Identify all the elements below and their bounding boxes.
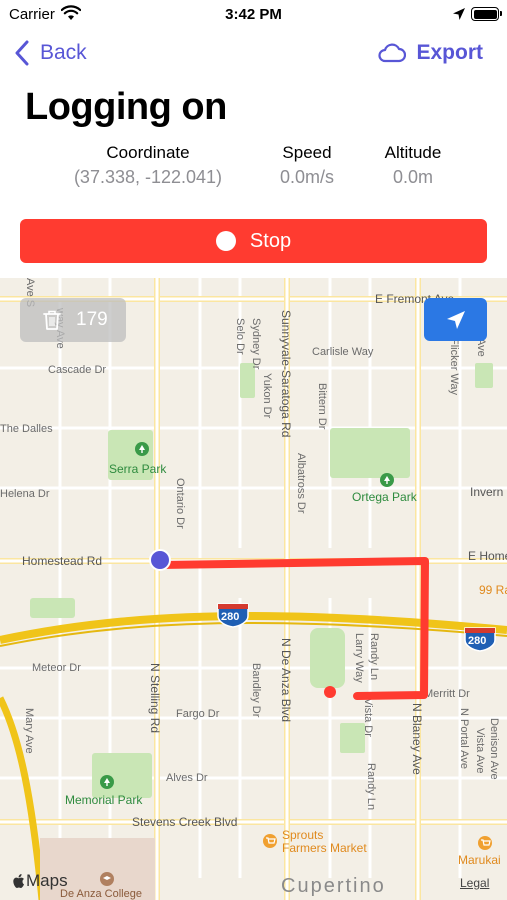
speed-value: 0.0m/s [279, 167, 335, 187]
map-view[interactable]: E Fremont Ave Cascade Dr The Dalles Hele… [0, 278, 507, 900]
export-button[interactable]: Export [378, 38, 483, 68]
apple-maps-attribution: Maps [12, 871, 68, 891]
recorded-route-path [156, 557, 429, 700]
legal-link[interactable]: Legal [460, 876, 489, 890]
maps-attribution-label: Maps [26, 871, 68, 890]
altitude-metric: Altitude 0.0m [370, 143, 456, 188]
status-time: 3:42 PM [225, 6, 282, 23]
route-overlay [149, 549, 429, 700]
cloud-icon [378, 43, 407, 63]
speed-label: Speed [282, 143, 332, 162]
navigation-bar: Back Export [0, 30, 507, 74]
back-button[interactable]: Back [14, 38, 87, 68]
page-title: Logging on [25, 86, 227, 128]
altitude-label: Altitude [384, 143, 442, 162]
speed-metric: Speed 0.0m/s [262, 143, 352, 188]
clear-points-button[interactable]: 179 [20, 298, 126, 342]
point-count: 179 [76, 309, 108, 330]
back-label: Back [40, 41, 87, 64]
location-arrow-icon [446, 310, 465, 329]
stop-button[interactable]: Stop [20, 219, 487, 263]
coordinate-value: (37.338, -122.041) [73, 167, 223, 187]
status-bar: Carrier 3:42 PM [0, 0, 507, 30]
stop-dot-icon [215, 231, 236, 251]
altitude-value: 0.0m [392, 167, 434, 187]
trash-icon [43, 310, 61, 330]
location-arrow-icon [453, 8, 465, 20]
chevron-left-icon [15, 40, 29, 66]
user-location-marker [149, 549, 171, 571]
coordinate-metric: Coordinate (37.338, -122.041) [60, 143, 236, 188]
battery-icon [471, 7, 502, 21]
apple-logo-icon [13, 874, 24, 888]
route-end-marker [324, 686, 336, 698]
locate-me-button[interactable] [424, 298, 487, 341]
coordinate-label: Coordinate [106, 143, 190, 162]
export-label: Export [416, 41, 483, 64]
stop-label: Stop [249, 229, 292, 252]
